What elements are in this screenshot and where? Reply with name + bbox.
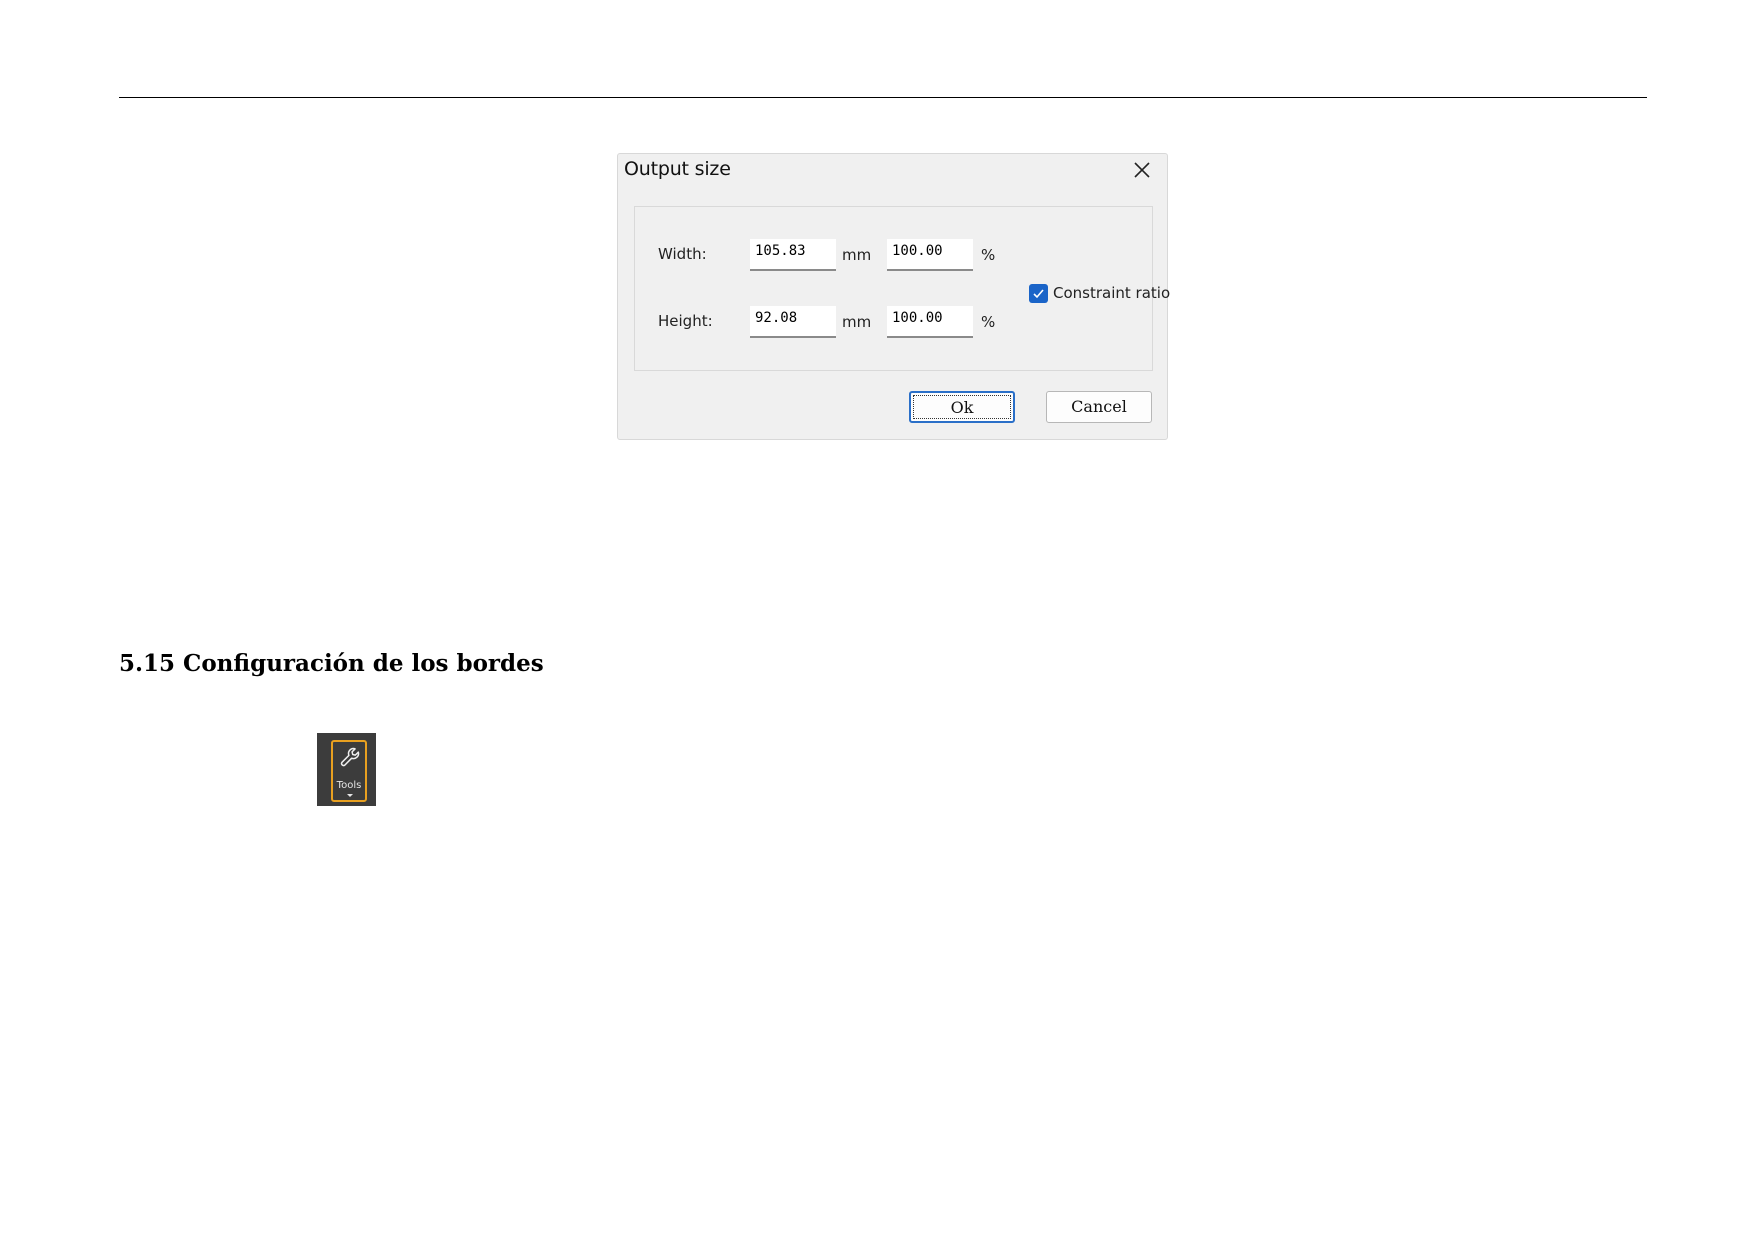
checkmark-icon	[1033, 289, 1044, 299]
height-percent-input[interactable]: 100.00	[887, 306, 973, 338]
chevron-down-icon	[347, 794, 353, 797]
ok-button-label: Ok	[950, 398, 974, 417]
cancel-button-label: Cancel	[1071, 397, 1127, 416]
tools-toolbar-button[interactable]: Tools	[317, 733, 376, 806]
height-percent-sign: %	[981, 313, 996, 331]
tools-label: Tools	[336, 780, 362, 791]
wrench-icon	[340, 747, 360, 767]
height-unit-label: mm	[842, 313, 872, 331]
width-unit-label: mm	[842, 246, 872, 264]
width-percent-sign: %	[981, 246, 996, 264]
page-header-rule	[119, 97, 1647, 98]
width-label: Width:	[658, 245, 707, 263]
height-label: Height:	[658, 312, 713, 330]
tools-button-frame: Tools	[331, 740, 367, 802]
size-fields-group: Width: 105.83 mm 100.00 % Constraint rat…	[634, 206, 1170, 371]
close-icon[interactable]	[1131, 159, 1153, 181]
height-mm-input[interactable]: 92.08	[750, 306, 836, 338]
width-mm-input[interactable]: 105.83	[750, 239, 836, 271]
section-heading: 5.15 Configuración de los bordes	[119, 650, 544, 677]
cancel-button[interactable]: Cancel	[1046, 391, 1152, 423]
ok-button[interactable]: Ok	[909, 391, 1015, 423]
dialog-title: Output size	[624, 158, 731, 180]
constraint-ratio-checkbox[interactable]	[1029, 284, 1048, 303]
constraint-ratio-label[interactable]: Constraint ratio	[1053, 284, 1170, 302]
width-percent-input[interactable]: 100.00	[887, 239, 973, 271]
output-size-dialog: Output size Width: 105.83 mm 100.00 % Co…	[617, 153, 1170, 440]
